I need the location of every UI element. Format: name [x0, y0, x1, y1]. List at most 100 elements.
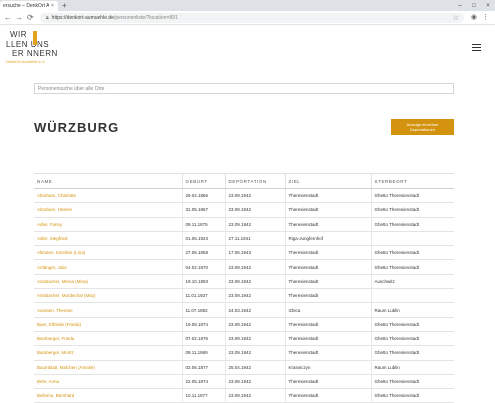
cell-name[interactable]: Bamberger, Moritz	[34, 345, 182, 361]
cell-destination: Theresienstadt	[284, 259, 371, 275]
cell-death-place: Raum Lublin	[370, 360, 454, 375]
cell-deportation: 23.09.1942	[224, 259, 285, 275]
cell-destination: Krasniczyn	[284, 360, 371, 375]
table-row: Bamberger, Moritz 08.11.1869 23.09.1942 The…	[34, 345, 454, 361]
cell-destination: Theresienstadt	[284, 288, 371, 304]
table-row: Baumblatt, Malchen (Amalie) 02.06.1877 25.…	[34, 360, 454, 375]
cell-destination: Theresienstadt	[284, 317, 371, 332]
table-row: Behr, Anna 22.05.1874 23.09.1942 Theresiens…	[34, 374, 454, 390]
cell-deportation: 17.06.1943	[224, 245, 285, 261]
profile-icon[interactable]: ◉	[471, 13, 477, 23]
maximize-button[interactable]: □	[467, 3, 481, 9]
logo-exclamation-bar	[33, 31, 37, 45]
table-row: Anisbacher, Mordechai (Max) 11.01.1927 23.…	[34, 288, 454, 304]
table-row: Altmann, Karoline (Lina) 27.06.1858 17.06.…	[34, 245, 454, 261]
cell-birth: 11.07.1882	[181, 302, 225, 318]
cell-death-place: Raum Lublin	[370, 302, 454, 318]
url-text: https://denkort-aumuehle.de/personenlist…	[52, 15, 178, 21]
logo-text-line1: WIR	[10, 30, 28, 39]
url-path: /personenliste/?location=891	[113, 15, 178, 21]
forward-arrow-icon[interactable]: →	[15, 13, 23, 23]
cell-name[interactable]: Baer, Elfriede (Frieda)	[34, 317, 182, 332]
browser-tab-bar: ersuche – DenkOrt Aumühl × + – □ ×	[0, 0, 495, 11]
persons-table-wrapper: NAME GEBURT DEPORTATION ZIEL STERBEORT A…	[34, 173, 454, 403]
cell-birth: 27.06.1858	[181, 245, 225, 261]
cell-death-place: Ghetto Theresienstadt	[370, 202, 454, 218]
browser-tab[interactable]: ersuche – DenkOrt Aumühl ×	[0, 1, 58, 11]
cell-birth: 08.11.1869	[181, 345, 225, 361]
reload-icon[interactable]: ⟳	[27, 13, 34, 23]
cell-destination: Theresienstadt	[284, 374, 371, 390]
table-row: Adler, Siegfried 01.06.1923 27.11.1941 Riga…	[34, 231, 454, 247]
cell-deportation: 25.04.1942	[224, 360, 285, 375]
cell-destination: Theresienstadt	[284, 388, 371, 403]
cell-birth: 02.06.1877	[181, 360, 225, 375]
cell-deportation: 23.09.1942	[224, 388, 285, 403]
button-label-line2: Deportationen	[409, 127, 436, 132]
cell-destination: Theresienstadt	[284, 188, 371, 204]
cell-deportation: 23.09.1942	[224, 288, 285, 304]
tab-title: ersuche – DenkOrt Aumühl	[3, 3, 49, 9]
lock-icon: 🔒︎	[46, 15, 49, 21]
close-window-button[interactable]: ×	[481, 3, 495, 9]
header-name[interactable]: NAME	[34, 173, 182, 189]
cell-destination: Theresienstadt	[284, 202, 371, 218]
cell-destination: Riga-Jungfernhof	[284, 231, 371, 247]
logo-text-line2: LLEN UNS	[6, 40, 50, 49]
cell-name[interactable]: Bamberger, Frieda	[34, 331, 182, 347]
cell-destination: Theresienstadt	[284, 345, 371, 361]
back-arrow-icon[interactable]: ←	[4, 13, 12, 23]
show-deportations-button[interactable]: Anzeige einzelner Deportationen	[391, 119, 454, 135]
cell-death-place: Ghetto Theresienstadt	[370, 317, 454, 332]
cell-death-place: Ghetto Theresienstadt	[370, 217, 454, 232]
cell-name[interactable]: Altmann, Karoline (Lina)	[34, 245, 182, 261]
header-death-place[interactable]: STERBEORT	[370, 173, 454, 189]
cell-destination: Theresienstadt	[284, 245, 371, 261]
site-logo[interactable]: WIR LLEN UNS ER NNERN DenkOrt Aumühle e.…	[6, 30, 76, 64]
cell-destination: Theresienstadt	[284, 274, 371, 290]
tab-close-icon[interactable]: ×	[51, 3, 54, 9]
cell-birth: 09.11.1875	[181, 217, 225, 232]
hamburger-menu-icon[interactable]	[472, 44, 481, 51]
cell-death-place: Ghetto Theresienstadt	[370, 259, 454, 275]
cell-death-place	[370, 231, 454, 247]
cell-name[interactable]: Baumblatt, Malchen (Amalie)	[34, 360, 182, 375]
cell-name[interactable]: Anfänger, Julie	[34, 259, 182, 275]
cell-death-place: Ghetto Theresienstadt	[370, 345, 454, 361]
bookmark-star-icon[interactable]: ☆	[453, 14, 459, 23]
cell-birth: 04.02.1870	[181, 259, 225, 275]
cell-name[interactable]: Abraham, Helene	[34, 202, 182, 218]
cell-deportation: 23.09.1942	[224, 317, 285, 332]
table-row: Abraham, Charlotte 29.04.1866 23.09.1942 Th…	[34, 188, 454, 204]
cell-name[interactable]: Aumann, Therese	[34, 302, 182, 318]
cell-birth: 19.10.1893	[181, 274, 225, 290]
cell-birth: 29.04.1866	[181, 188, 225, 204]
header-deportation[interactable]: DEPORTATION	[224, 173, 285, 189]
cell-name[interactable]: Bellomo, Bernhard	[34, 388, 182, 403]
table-row: Abraham, Helene 31.05.1867 23.09.1942 There…	[34, 202, 454, 218]
cell-name[interactable]: Behr, Anna	[34, 374, 182, 390]
logo-text-line3: ER NNERN	[12, 49, 58, 58]
address-bar[interactable]: 🔒︎ https://denkort-aumuehle.de/personenl…	[40, 13, 464, 23]
new-tab-button[interactable]: +	[62, 1, 67, 10]
cell-name[interactable]: Abraham, Charlotte	[34, 188, 182, 204]
cell-deportation: 23.09.1942	[224, 345, 285, 361]
window-controls: – □ ×	[453, 0, 495, 11]
table-row: Anisbacher, Minna (Mina) 19.10.1893 23.09.…	[34, 274, 454, 290]
cell-death-place	[370, 288, 454, 304]
cell-name[interactable]: Adler, Siegfried	[34, 231, 182, 247]
persons-table: NAME GEBURT DEPORTATION ZIEL STERBEORT A…	[34, 173, 454, 403]
cell-name[interactable]: Adler, Fanny	[34, 217, 182, 232]
cell-destination: Theresienstadt	[284, 331, 371, 347]
table-body: Abraham, Charlotte 29.04.1866 23.09.1942 Th…	[34, 188, 454, 403]
minimize-button[interactable]: –	[453, 3, 467, 9]
table-row: Baer, Elfriede (Frieda) 19.08.1874 23.09.1…	[34, 317, 454, 332]
menu-dots-icon[interactable]: ⋮	[482, 13, 489, 23]
cell-name[interactable]: Anisbacher, Minna (Mina)	[34, 274, 182, 290]
cell-birth: 10.11.1877	[181, 388, 225, 403]
header-destination[interactable]: ZIEL	[284, 173, 371, 189]
header-birth[interactable]: GEBURT	[181, 173, 225, 189]
person-search-input[interactable]	[34, 83, 454, 94]
cell-name[interactable]: Anisbacher, Mordechai (Max)	[34, 288, 182, 304]
cell-birth: 01.06.1923	[181, 231, 225, 247]
